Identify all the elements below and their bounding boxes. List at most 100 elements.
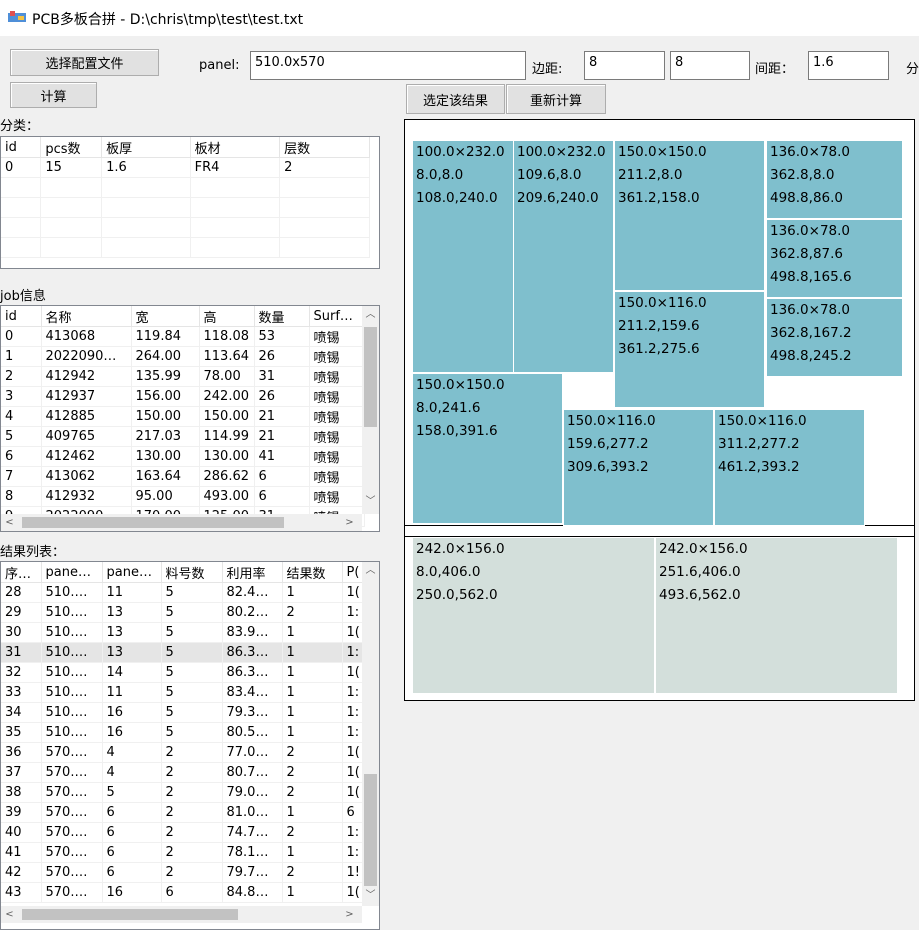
table-cell [190, 197, 281, 218]
table-row[interactable]: 6 412462 130.00 130.00 41 喷锡 [1, 446, 365, 467]
table-row[interactable]: 28 510.… 11 5 82.4… 1 1( [1, 582, 373, 603]
table-cell: 5 [161, 582, 223, 603]
table-row[interactable]: 5 409765 217.03 114.99 21 喷锡 [1, 426, 365, 447]
result-grid[interactable]: 序… pane… pane… 料号数 利用率 结果数 P( 28 510.… 11 5 82.4… 1… [0, 561, 380, 930]
column-header[interactable]: pane… [41, 562, 103, 583]
select-result-button[interactable]: 选定该结果 [406, 84, 505, 114]
column-header[interactable]: pane… [102, 562, 162, 583]
job-vertical-scrollbar[interactable]: ︿ ﹀ [362, 306, 379, 514]
table-row[interactable]: 3 412937 156.00 242.00 26 喷锡 [1, 386, 365, 407]
scroll-up-icon[interactable]: ︿ [362, 562, 379, 579]
column-header[interactable]: 利用率 [222, 562, 283, 583]
table-cell: 84.8… [222, 882, 283, 903]
margin-x-input[interactable]: 8 [584, 51, 665, 80]
table-row[interactable]: 4 412885 150.00 150.00 21 喷锡 [1, 406, 365, 427]
pcb-board-block: 136.0×78.0 362.8,167.2 498.8,245.2 [766, 298, 903, 377]
column-header[interactable]: id [1, 306, 42, 327]
table-row[interactable]: 43 570.… 16 6 84.8… 1 1( [1, 882, 373, 903]
scroll-left-icon[interactable]: < [1, 906, 18, 923]
table-row[interactable]: 30 510.… 13 5 83.9… 1 1( [1, 622, 373, 643]
select-config-button[interactable]: 选择配置文件 [10, 49, 159, 76]
table-cell: 1 [282, 662, 343, 683]
scroll-left-icon[interactable]: < [1, 514, 18, 531]
table-row[interactable]: 1 2022090… 264.00 113.64 26 喷锡 [1, 346, 365, 367]
table-row[interactable]: 31 510.… 13 5 86.3… 1 1: [1, 642, 373, 663]
category-label: 分类： [0, 119, 40, 134]
table-cell: 510.… [41, 702, 103, 723]
table-cell: 119.84 [131, 326, 200, 347]
column-header[interactable]: 数量 [254, 306, 310, 327]
board-size-text: 136.0×78.0 [770, 144, 851, 160]
column-header[interactable]: Surf… [309, 306, 365, 327]
scroll-thumb[interactable] [364, 327, 377, 427]
table-cell: 5 [1, 426, 42, 447]
scroll-thumb[interactable] [22, 909, 238, 920]
table-row[interactable]: 36 570.… 4 2 77.0… 2 1( [1, 742, 373, 763]
table-cell [101, 237, 191, 258]
table-cell [40, 177, 103, 198]
result-horizontal-scrollbar[interactable]: < > [1, 906, 362, 923]
table-row[interactable]: 42 570.… 6 2 79.7… 2 1! [1, 862, 373, 883]
table-row[interactable]: 40 570.… 6 2 74.7… 2 1: [1, 822, 373, 843]
board-size-text: 242.0×156.0 [416, 541, 505, 557]
column-header[interactable]: pcs数 [40, 137, 103, 158]
scroll-thumb[interactable] [364, 774, 377, 886]
table-row[interactable]: 37 570.… 4 2 80.7… 2 1( [1, 762, 373, 783]
column-header[interactable]: 高 [199, 306, 255, 327]
panel-size-input[interactable]: 510.0x570 [250, 51, 526, 80]
result-list-label: 结果列表： [0, 545, 66, 560]
table-row[interactable]: 0 15 1.6 FR4 2 [1, 157, 379, 178]
scroll-up-icon[interactable]: ︿ [362, 306, 379, 323]
scroll-down-icon[interactable]: ﹀ [362, 493, 379, 510]
table-cell: 409765 [41, 426, 132, 447]
table-cell: 5 [161, 622, 223, 643]
table-row[interactable]: 7 413062 163.64 286.62 6 喷锡 [1, 466, 365, 487]
table-cell: 6 [102, 802, 162, 823]
result-vertical-scrollbar[interactable]: ︿ ﹀ [362, 562, 379, 906]
table-row[interactable]: 38 570.… 5 2 79.0… 2 1( [1, 782, 373, 803]
column-header[interactable]: 结果数 [282, 562, 343, 583]
table-row[interactable]: 0 413068 119.84 118.08 53 喷锡 [1, 326, 365, 347]
job-grid[interactable]: id 名称宽高数量 Surf… 0 413068 119.84 118.08 53 喷锡 1 20… [0, 305, 380, 532]
table-cell: 21 [254, 406, 310, 427]
table-row[interactable]: 34 510.… 16 5 79.3… 1 1: [1, 702, 373, 723]
scroll-right-icon[interactable]: > [341, 906, 358, 923]
table-cell: 6 [254, 466, 310, 487]
category-grid[interactable]: id pcs数 板厚 板材 层数 0 15 1.6 FR4 2 [0, 136, 380, 269]
table-row[interactable]: 32 510.… 14 5 86.3… 1 1( [1, 662, 373, 683]
calculate-button[interactable]: 计算 [10, 82, 97, 108]
scroll-thumb[interactable] [22, 517, 284, 528]
table-row[interactable]: 41 570.… 6 2 78.1… 1 1: [1, 842, 373, 863]
column-header[interactable]: 板材 [190, 137, 281, 158]
column-header[interactable]: id [1, 137, 42, 158]
board-size-text: 150.0×150.0 [416, 377, 505, 393]
table-cell: 2 [282, 762, 343, 783]
scroll-down-icon[interactable]: ﹀ [362, 887, 379, 904]
table-cell: 286.62 [199, 466, 255, 487]
table-cell: 13 [102, 642, 162, 663]
table-cell: 28 [1, 582, 42, 603]
margin-y-input[interactable]: 8 [670, 51, 750, 80]
table-cell: 570.… [41, 762, 103, 783]
recalculate-button[interactable]: 重新计算 [506, 84, 606, 114]
column-header[interactable]: 宽 [131, 306, 200, 327]
table-row[interactable]: 2 412942 135.99 78.00 31 喷锡 [1, 366, 365, 387]
table-row[interactable]: 35 510.… 16 5 80.5… 1 1: [1, 722, 373, 743]
table-row[interactable]: 33 510.… 11 5 83.4… 1 1: [1, 682, 373, 703]
column-header[interactable]: 序… [1, 562, 42, 583]
column-header[interactable]: 板厚 [101, 137, 191, 158]
table-cell: 2 [161, 822, 223, 843]
column-header[interactable]: 层数 [279, 137, 370, 158]
table-cell: 150.00 [199, 406, 255, 427]
table-row[interactable]: 29 510.… 13 5 80.2… 2 1: [1, 602, 373, 623]
column-header[interactable]: 料号数 [161, 562, 223, 583]
column-header[interactable]: 名称 [41, 306, 132, 327]
spacing-input[interactable]: 1.6 [808, 51, 889, 80]
scroll-right-icon[interactable]: > [341, 514, 358, 531]
table-cell: 95.00 [131, 486, 200, 507]
table-cell [1, 237, 42, 258]
table-row[interactable]: 8 412932 95.00 493.00 6 喷锡 [1, 486, 365, 507]
table-row[interactable]: 39 570.… 6 2 81.0… 1 6 [1, 802, 373, 823]
job-horizontal-scrollbar[interactable]: < > [1, 514, 362, 531]
board-p1-text: 8.0,406.0 [416, 564, 481, 580]
